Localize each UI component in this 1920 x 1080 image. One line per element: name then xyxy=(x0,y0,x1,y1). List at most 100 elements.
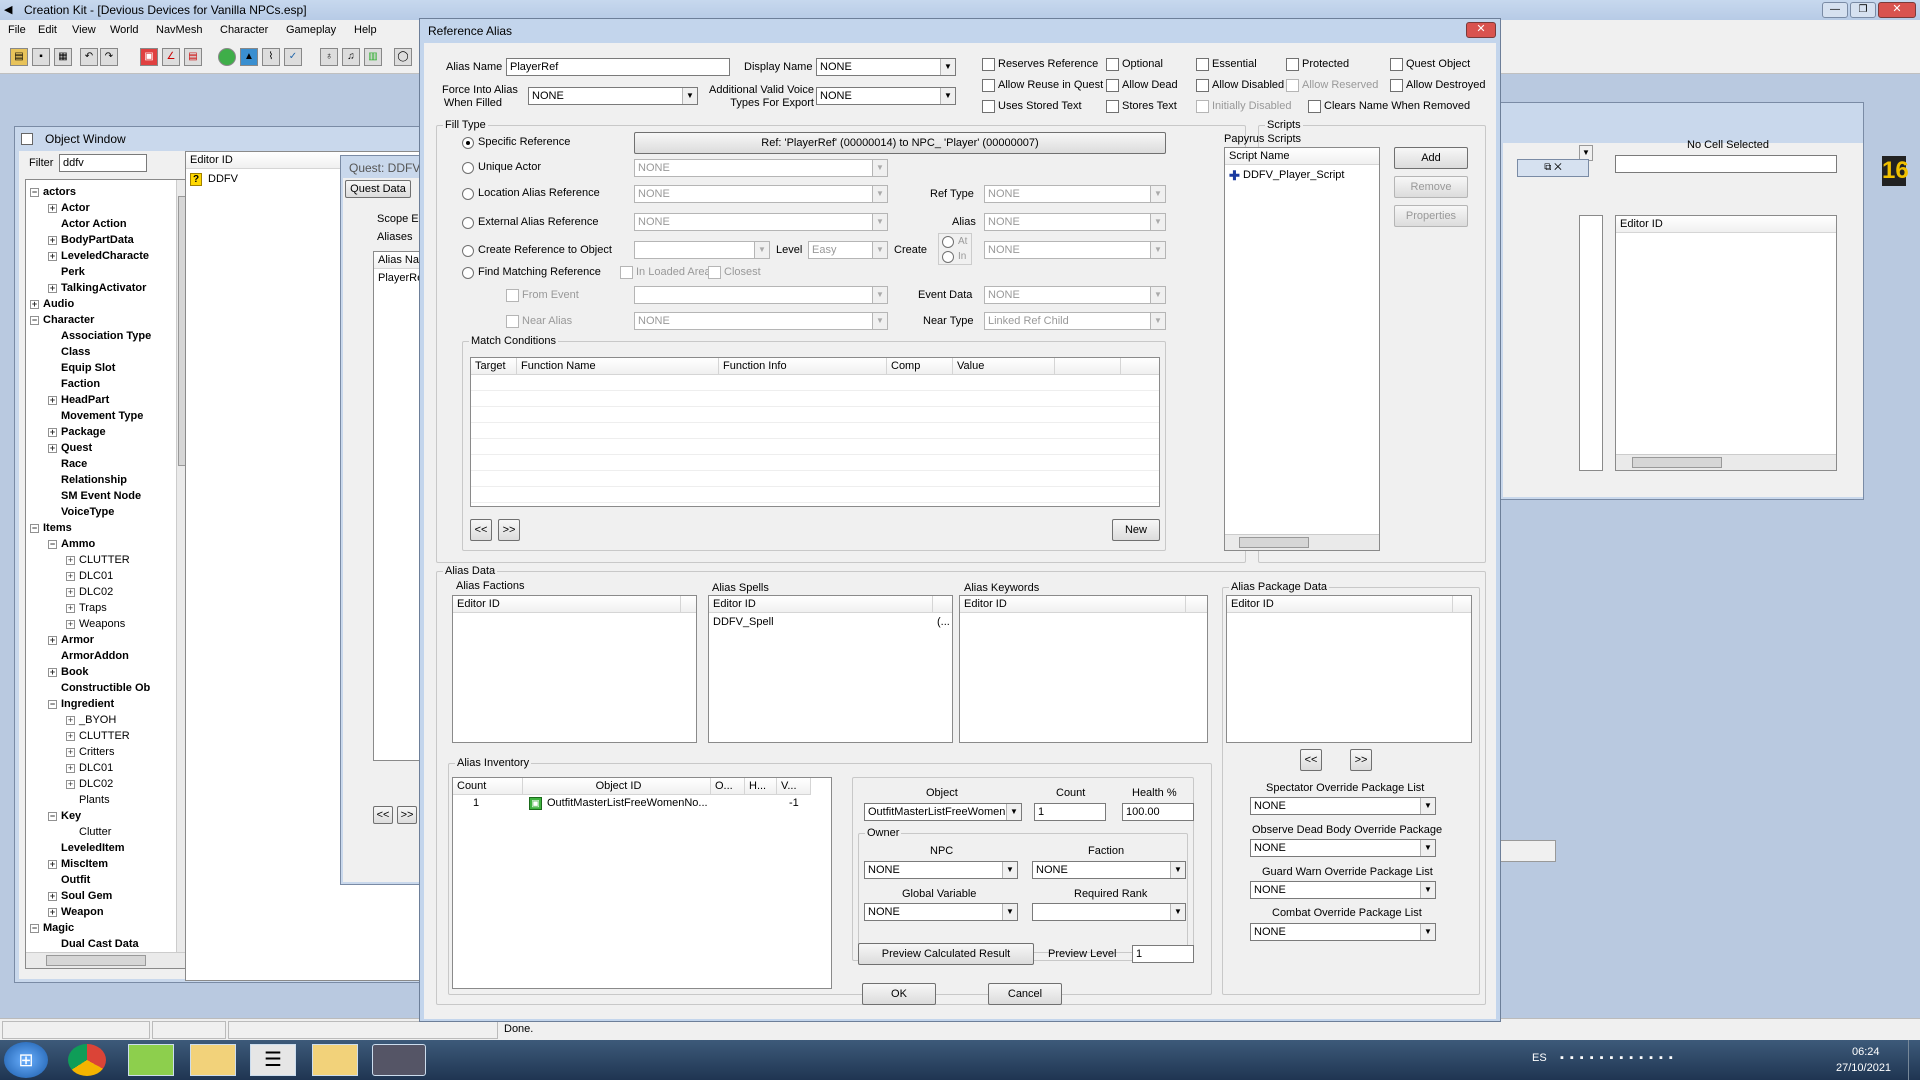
script-list-item[interactable]: ✚ DDFV_Player_Script xyxy=(1229,168,1369,184)
redo-icon[interactable]: ↷ xyxy=(100,48,118,66)
tree-item[interactable]: + Package xyxy=(26,424,176,440)
inv-col-count[interactable]: Count xyxy=(453,778,523,795)
restore-button[interactable]: ❐ xyxy=(1850,2,1876,18)
sound-icon[interactable]: ♫ xyxy=(342,48,360,66)
lasso-icon[interactable]: ◯ xyxy=(394,48,412,66)
inventory-row[interactable]: 1 ▣ OutfitMasterListFreeWomenNo... -1 xyxy=(453,796,811,812)
collapse-icon[interactable]: − xyxy=(30,523,39,533)
expand-icon[interactable]: + xyxy=(48,427,57,437)
menu-help[interactable]: Help xyxy=(354,24,377,36)
tree-item[interactable]: − Items xyxy=(26,520,176,536)
menu-gameplay[interactable]: Gameplay xyxy=(286,24,336,36)
undo-icon[interactable]: ↶ xyxy=(80,48,98,66)
tree-item[interactable]: Actor Action xyxy=(26,216,176,232)
explorer-taskbar-icon[interactable] xyxy=(190,1044,236,1076)
tree-item[interactable]: + Quest xyxy=(26,440,176,456)
tree-item[interactable]: VoiceType xyxy=(26,504,176,520)
scripts-hscroll-thumb[interactable] xyxy=(1239,537,1309,548)
collapse-icon[interactable]: − xyxy=(48,539,57,549)
factions-editor-id-header[interactable]: Editor ID xyxy=(453,596,681,613)
menu-character[interactable]: Character xyxy=(220,24,268,36)
snap-grid-icon[interactable]: ▣ xyxy=(140,48,158,66)
expand-icon[interactable]: + xyxy=(66,603,75,613)
cancel-button[interactable]: Cancel xyxy=(988,983,1062,1005)
menu-view[interactable]: View xyxy=(72,24,96,36)
stores-text-checkbox[interactable]: Stores Text xyxy=(1106,100,1177,113)
alias-package-list[interactable]: Editor ID xyxy=(1226,595,1472,743)
keywords-extra-header[interactable] xyxy=(1186,596,1207,613)
tree-item[interactable]: + Traps xyxy=(26,600,176,616)
tree-item[interactable]: + CLUTTER xyxy=(26,552,176,568)
expand-icon[interactable]: + xyxy=(48,203,57,213)
quest-object-checkbox[interactable]: Quest Object xyxy=(1390,58,1470,71)
package-editor-id-header[interactable]: Editor ID xyxy=(1227,596,1453,613)
col-extra-1[interactable] xyxy=(1055,358,1121,375)
create-reference-radio[interactable]: Create Reference to Object xyxy=(462,244,612,257)
expand-icon[interactable]: + xyxy=(48,907,57,917)
expand-icon[interactable]: + xyxy=(66,587,75,597)
chart-icon[interactable]: ▥ xyxy=(364,48,382,66)
faction-select[interactable]: NONE ▼ xyxy=(1032,861,1186,879)
object-select[interactable]: OutfitMasterListFreeWomen ▼ xyxy=(864,803,1022,821)
preferences-icon[interactable]: ▦ xyxy=(54,48,72,66)
minimize-button[interactable]: — xyxy=(1822,2,1848,18)
add-script-button[interactable]: Add xyxy=(1394,147,1468,169)
observe-select[interactable]: NONE ▼ xyxy=(1250,839,1436,857)
object-list-row[interactable]: ? DDFV xyxy=(188,172,318,188)
tree-item[interactable]: Constructible Ob xyxy=(26,680,176,696)
create-target-select[interactable]: NONE ▼ xyxy=(984,241,1166,259)
tree-item[interactable]: SM Event Node xyxy=(26,488,176,504)
expand-icon[interactable]: + xyxy=(48,235,57,245)
display-name-select[interactable]: NONE ▼ xyxy=(816,58,956,76)
tree-item[interactable]: + Actor xyxy=(26,200,176,216)
clears-name-checkbox[interactable]: Clears Name When Removed xyxy=(1308,100,1470,113)
unique-actor-radio[interactable]: Unique Actor xyxy=(462,161,541,174)
tree-item[interactable]: − Key xyxy=(26,808,176,824)
reserves-reference-checkbox[interactable]: Reserves Reference xyxy=(982,58,1098,71)
tree-item[interactable]: − actors xyxy=(26,184,176,200)
tree-item[interactable]: Perk xyxy=(26,264,176,280)
collapse-icon[interactable]: − xyxy=(30,923,39,933)
essential-checkbox[interactable]: Essential xyxy=(1196,58,1257,71)
expand-icon[interactable]: + xyxy=(48,395,57,405)
inv-col-o[interactable]: O... xyxy=(711,778,745,795)
tray-icons[interactable]: ▪▪▪▪▪▪▪▪▪▪▪▪ xyxy=(1560,1052,1830,1068)
cell-hscroll[interactable] xyxy=(1616,454,1836,470)
uses-stored-text-checkbox[interactable]: Uses Stored Text xyxy=(982,100,1082,113)
conditions-prev-button[interactable]: << xyxy=(470,519,492,541)
object-tree[interactable]: − actors + Actor Actor Action + BodyPartData + L… xyxy=(25,179,191,969)
tree-item[interactable]: Movement Type xyxy=(26,408,176,424)
expand-icon[interactable]: + xyxy=(66,619,75,629)
force-into-alias-select[interactable]: NONE ▼ xyxy=(528,87,698,105)
package-extra-header[interactable] xyxy=(1453,596,1471,613)
tree-item[interactable]: Race xyxy=(26,456,176,472)
tree-item[interactable]: + DLC02 xyxy=(26,776,176,792)
preview-calculated-button[interactable]: Preview Calculated Result xyxy=(858,943,1034,965)
tree-item[interactable]: + Weapons xyxy=(26,616,176,632)
quest-prev-button[interactable]: << xyxy=(373,806,393,824)
clock-date[interactable]: 27/10/2021 xyxy=(1836,1062,1891,1074)
script-name-header[interactable]: Script Name xyxy=(1225,148,1379,165)
conditions-next-button[interactable]: >> xyxy=(498,519,520,541)
dialog-close-button[interactable]: ✕ xyxy=(1466,22,1496,38)
initially-disabled-checkbox[interactable]: Initially Disabled xyxy=(1196,100,1291,113)
tree-item[interactable]: Class xyxy=(26,344,176,360)
menu-edit[interactable]: Edit xyxy=(38,24,57,36)
tree-item[interactable]: + Critters xyxy=(26,744,176,760)
near-alias-checkbox[interactable]: Near Alias xyxy=(506,315,572,328)
specific-reference-button[interactable]: Ref: 'PlayerRef' (00000014) to NPC_ 'Pla… xyxy=(634,132,1166,154)
expand-icon[interactable]: + xyxy=(66,731,75,741)
menu-file[interactable]: File xyxy=(8,24,26,36)
in-loaded-area-checkbox[interactable]: In Loaded Area xyxy=(620,266,711,279)
alias-spells-list[interactable]: Editor ID DDFV_Spell (... xyxy=(708,595,953,743)
inv-col-h[interactable]: H... xyxy=(745,778,777,795)
tree-item[interactable]: + CLUTTER xyxy=(26,728,176,744)
col-target[interactable]: Target xyxy=(471,358,517,375)
new-condition-button[interactable]: New xyxy=(1112,519,1160,541)
spell-row-extra[interactable]: (... xyxy=(937,616,950,628)
create-in-radio[interactable]: In xyxy=(942,250,966,263)
tree-item[interactable]: + MiscItem xyxy=(26,856,176,872)
open-icon[interactable]: ▤ xyxy=(10,48,28,66)
allow-reuse-checkbox[interactable]: Allow Reuse in Quest xyxy=(982,79,1103,92)
sphere-icon[interactable] xyxy=(218,48,236,66)
